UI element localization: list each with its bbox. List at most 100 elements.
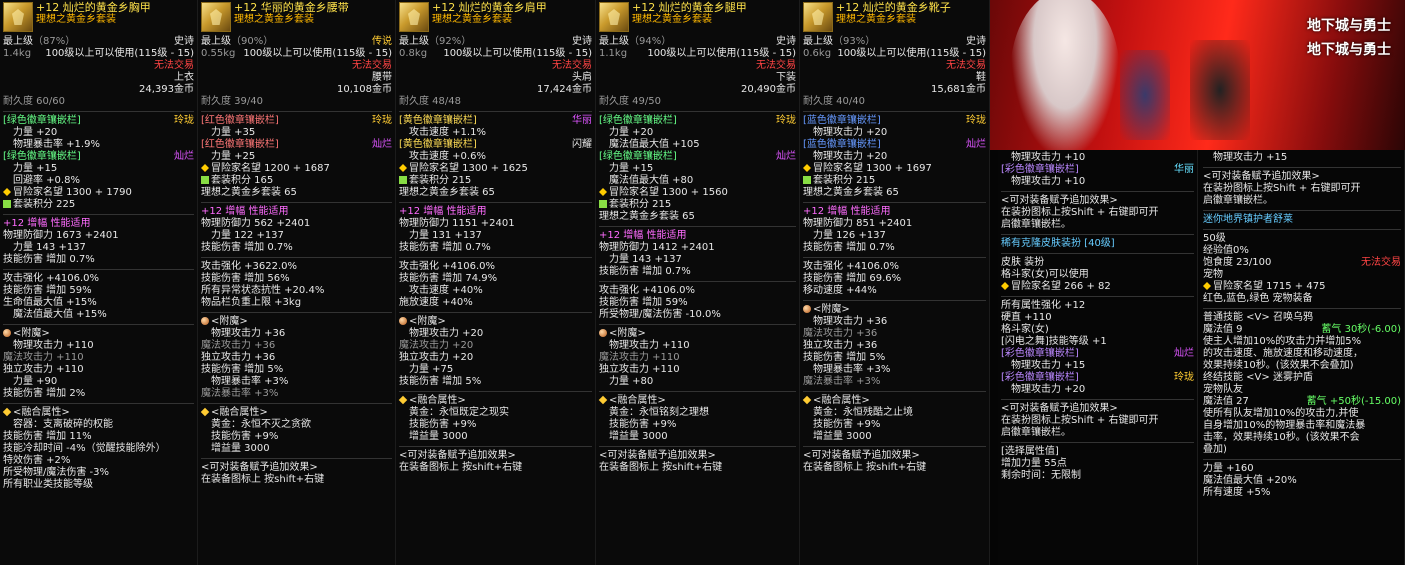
grade-percent: （92%） <box>429 36 472 47</box>
stat-label: [红色徽章镶嵌栏] <box>201 139 279 150</box>
stat-line: 技能伤害 增加 0.7% <box>599 266 691 277</box>
stat-line: 攻击强化 +4106.0% <box>599 285 696 296</box>
divider <box>803 111 986 112</box>
stat-line: 物理防御力 1673 +2401 <box>3 230 119 241</box>
stat-line: 物理防御力 851 +2401 <box>803 218 913 229</box>
stat-line: 技能伤害 增加 0.7% <box>399 242 491 253</box>
tooltip-header: +12 灿烂的黄金乡靴子 理想之黄金乡套装 <box>803 2 986 36</box>
stat-label: [绿色徽章镶嵌栏] <box>599 115 677 126</box>
stat-row: 魔法值 27 蓄气 +50秒(-15.00) <box>1203 396 1401 408</box>
stat-line: 物品栏负重上限 +3kg <box>201 297 302 308</box>
stat-line: 技能伤害 增加 59% <box>3 285 92 296</box>
stat-line: 魔法值最大值 +20% <box>1203 475 1297 486</box>
grade: 最上级（93%） <box>803 36 875 48</box>
game-banner-image: 地下城与勇士 地下城与勇士 <box>990 0 1405 150</box>
fusion-gem-icon <box>398 395 408 405</box>
set-point-icon <box>803 176 811 184</box>
stat-line: 理想之黄金乡套装 65 <box>803 187 899 198</box>
stat-line: +12 增幅 性能适用 <box>201 206 289 217</box>
set-point-icon <box>599 200 607 208</box>
stat-line: 技能伤害 增加 56% <box>201 273 290 284</box>
stat-line: 物理暴击率 +3% <box>813 364 891 375</box>
stat-line: <可对装备赋予追加效果> <box>803 450 920 461</box>
stat-line: 魔法值最大值 +15% <box>13 309 107 320</box>
stat-line: 启徽章镶嵌栏。 <box>1001 219 1071 230</box>
grade-percent: （94%） <box>629 36 672 47</box>
grade-label: 最上级 <box>803 36 833 47</box>
stat-line: 皮肤 装扮 <box>1001 257 1045 268</box>
stat-line: 独立攻击力 +36 <box>201 352 276 363</box>
stat-line: 格斗家(女) <box>1001 324 1049 335</box>
stat-line: <融合属性> <box>398 395 592 407</box>
stat-label: [彩色徽章镶嵌栏] <box>1001 348 1079 359</box>
stat-value: 蓄气 +50秒(-15.00) <box>1306 396 1401 407</box>
stat-label: [彩色徽章镶嵌栏] <box>1001 164 1079 175</box>
gold-shoes-icon <box>803 2 833 32</box>
stat-line: 魔法值最大值 +105 <box>609 139 700 150</box>
grade: 最上级（87%） <box>3 36 75 48</box>
stat-line: 技能伤害 增加 74.9% <box>399 273 498 284</box>
rarity: 史诗 <box>572 36 592 47</box>
divider <box>803 257 986 258</box>
stat-line: 独立攻击力 +36 <box>803 340 878 351</box>
enchant-orb-icon <box>201 317 209 325</box>
divider <box>399 111 592 112</box>
stat-line: 力量 126 +137 <box>813 230 886 241</box>
rarity: 史诗 <box>776 36 796 47</box>
sell-price: 10,108金币 <box>337 84 392 95</box>
stat-line: +12 增幅 性能适用 <box>399 206 487 217</box>
stat-line: 物理防御力 1151 +2401 <box>399 218 515 229</box>
stat-label: [绿色徽章镶嵌栏] <box>3 151 81 162</box>
enchant-orb-icon <box>3 329 11 337</box>
stat-line: 特效伤害 +2% <box>3 455 71 466</box>
level-requirement: 100级以上可以使用(115级 - 15) <box>837 48 986 59</box>
divider <box>599 446 796 447</box>
stat-value: 玲珑 <box>174 115 194 126</box>
divider <box>1203 459 1401 460</box>
stat-line: 技能伤害 增加 2% <box>3 388 86 399</box>
stat-line: 宠物队友 <box>1203 384 1243 395</box>
stat-line: 使主人增加10%的攻击力并增加5% <box>1203 336 1362 347</box>
stat-line: <融合属性> <box>200 407 392 419</box>
stat-line: 移动速度 +44% <box>803 285 877 296</box>
fusion-gem-icon <box>598 395 608 405</box>
divider <box>3 403 194 404</box>
divider <box>1001 234 1194 235</box>
stat-line: <附魔> <box>399 316 592 328</box>
stat-value: 闪耀 <box>572 139 592 150</box>
item-type: 鞋 <box>976 72 986 83</box>
requirement-row: 1.4kg 100级以上可以使用(115级 - 15) <box>3 48 194 60</box>
stat-line: 理想之黄金乡套装 65 <box>599 211 695 222</box>
divider <box>201 312 392 313</box>
skin-tooltip-panel: 物理攻击力 +10 [彩色徽章镶嵌栏] 华丽 物理攻击力 +10 <可对装备赋予追加效果… <box>998 150 1198 565</box>
divider <box>3 214 194 215</box>
stat-row: [彩色徽章镶嵌栏] 华丽 <box>1001 164 1194 176</box>
grade-row: 最上级（87%） 史诗 <box>3 36 194 48</box>
trade-status: 无法交易 <box>552 60 592 71</box>
grade: 最上级（94%） <box>599 36 671 48</box>
stat-line: 魔法暴击率 +3% <box>201 388 279 399</box>
divider <box>803 202 986 203</box>
sell-price: 24,393金币 <box>139 84 194 95</box>
requirement-row: 0.55kg 100级以上可以使用(115级 - 15) <box>201 48 392 60</box>
fame-icon <box>803 164 811 172</box>
stat-line: 物理攻击力 +110 <box>609 340 690 351</box>
trade-status: 无法交易 <box>154 60 194 71</box>
stat-line: 格斗家(女)可以使用 <box>1001 269 1089 280</box>
stat-line: 物理攻击力 +20 <box>813 151 888 162</box>
durability: 耐久度 48/48 <box>399 96 461 107</box>
stat-line: 增益量 3000 <box>609 431 668 442</box>
trade-status: 无法交易 <box>756 60 796 71</box>
stat-row: 饱食度 23/100 无法交易 <box>1203 257 1401 269</box>
stat-line: 力量 143 +137 <box>609 254 682 265</box>
stat-line: 套装积分 225 <box>3 199 194 211</box>
gold-belt-icon <box>201 2 231 32</box>
stat-row: [绿色徽章镶嵌栏] 灿烂 <box>599 151 796 163</box>
stat-line: 魔法攻击力 +110 <box>3 352 84 363</box>
stat-line: 物理暴击率 +1.9% <box>13 139 100 150</box>
weight: 0.6kg <box>803 48 832 59</box>
stat-line: 所受物理/魔法伤害 -3% <box>3 467 110 478</box>
grade-percent: （90%） <box>231 36 274 47</box>
sell-price: 15,681金币 <box>931 84 986 95</box>
stat-line: <融合属性> <box>2 407 194 419</box>
